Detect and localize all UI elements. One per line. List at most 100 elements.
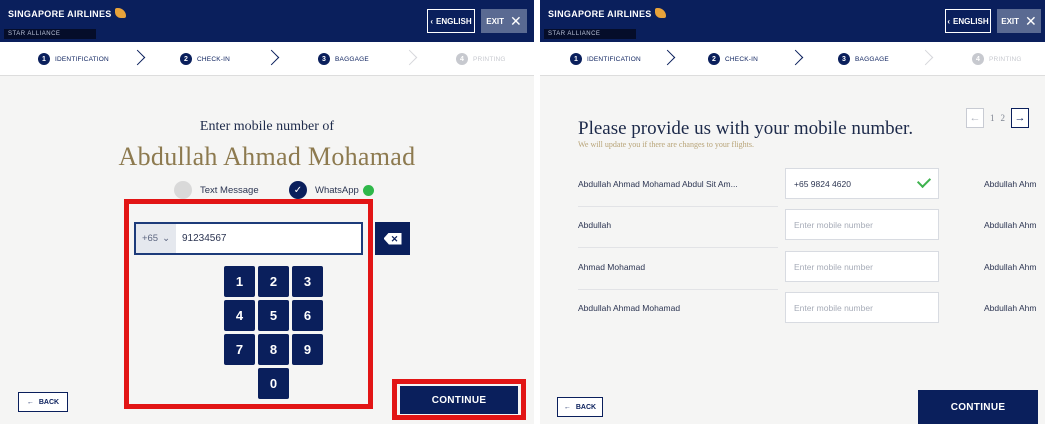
airline-name: SINGAPORE AIRLINES — [548, 9, 652, 19]
option-text-message[interactable]: Text Message — [174, 181, 259, 199]
mobile-number-field[interactable]: Enter mobile number — [785, 292, 939, 323]
step-printing: 4 PRINTING — [972, 53, 1022, 65]
step-baggage: 3 BAGGAGE — [318, 53, 369, 65]
close-icon: ✕ — [510, 12, 522, 29]
bird-logo-icon — [114, 8, 126, 18]
exit-label: EXIT — [486, 16, 505, 26]
passenger-name: Abdullah Ahmad Mohamad — [118, 142, 416, 171]
step-label: IDENTIFICATION — [55, 55, 109, 63]
passenger-row-name: Abdullah Ahmad Mohamad — [578, 303, 681, 313]
passenger-row-name: Ahmad Mohamad — [578, 262, 646, 272]
back-button[interactable]: ← BACK — [557, 397, 603, 417]
backspace-button[interactable]: ✕ — [375, 222, 410, 255]
progress-steps: 1 IDENTIFICATION 2 CHECK-IN 3 BAGGAGE 4 PRIN… — [0, 42, 534, 76]
mobile-number-field[interactable]: Enter mobile number — [785, 209, 939, 240]
mobile-number-field[interactable]: Enter mobile number — [785, 251, 939, 282]
whatsapp-icon — [362, 184, 374, 196]
alliance-badge: STAR ALLIANCE — [4, 29, 96, 39]
back-label: BACK — [38, 398, 60, 406]
chevron-right-icon — [662, 48, 676, 70]
mobile-number-placeholder: Enter mobile number — [794, 261, 873, 272]
language-button[interactable]: ‹ ENGLISH — [427, 9, 475, 33]
chevron-right-icon — [790, 48, 804, 70]
step-number: 1 — [38, 53, 50, 65]
mobile-number-field[interactable]: +65 9824 4620 — [785, 168, 939, 199]
step-number: 3 — [838, 53, 850, 65]
row-divider — [578, 247, 778, 248]
row-divider — [578, 289, 778, 290]
step-label: BAGGAGE — [855, 55, 889, 63]
arrow-left-icon: ← — [969, 112, 981, 124]
step-label: CHECK-IN — [197, 55, 231, 63]
chevron-left-icon: ‹ — [947, 16, 951, 26]
step-identification: 1 IDENTIFICATION — [570, 53, 641, 65]
progress-steps: 1 IDENTIFICATION 2 CHECK-IN 3 BAGGAGE 4 PRIN… — [540, 42, 1045, 76]
step-number: 2 — [708, 53, 720, 65]
arrow-right-icon: → — [1014, 112, 1026, 124]
highlight-frame-keypad — [124, 199, 373, 409]
chevron-right-icon — [404, 48, 418, 70]
close-icon: ✕ — [1025, 12, 1037, 29]
step-label: IDENTIFICATION — [587, 55, 641, 63]
chevron-right-icon — [266, 48, 280, 70]
header-bar: SINGAPORE AIRLINES STAR ALLIANCE ‹ ENGLIS… — [540, 0, 1045, 42]
step-label: CHECK-IN — [725, 55, 759, 63]
radio-unchecked-icon — [174, 181, 192, 199]
step-number: 4 — [456, 53, 468, 65]
kiosk-screen-mobile-list: SINGAPORE AIRLINES STAR ALLIANCE ‹ ENGLIS… — [540, 0, 1045, 424]
row-divider — [578, 206, 778, 207]
passenger-row-name-next: Abdullah Ahm — [984, 220, 1037, 230]
prompt-text: Enter mobile number of — [199, 119, 335, 134]
continue-button[interactable]: CONTINUE — [918, 390, 1038, 424]
step-number: 2 — [180, 53, 192, 65]
pagination: ← 1 2 → — [966, 108, 1029, 128]
airline-logo: SINGAPORE AIRLINES — [548, 8, 666, 19]
exit-button[interactable]: EXIT ✕ — [481, 9, 527, 33]
step-identification: 1 IDENTIFICATION — [38, 53, 109, 65]
mobile-number-placeholder: Enter mobile number — [794, 219, 873, 230]
arrow-left-icon: ← — [563, 403, 571, 411]
step-printing: 4 PRINTING — [456, 53, 506, 65]
option-whatsapp[interactable]: ✓ WhatsApp — [289, 181, 374, 199]
arrow-left-icon: ← — [26, 398, 34, 406]
step-baggage: 3 BAGGAGE — [838, 53, 889, 65]
step-check-in: 2 CHECK-IN — [180, 53, 230, 65]
bird-logo-icon — [654, 8, 666, 18]
option-label: WhatsApp — [315, 184, 359, 196]
next-page-button[interactable]: → — [1011, 108, 1029, 128]
back-label: BACK — [575, 403, 597, 411]
step-label: BAGGAGE — [335, 55, 369, 63]
chevron-left-icon: ‹ — [430, 16, 434, 26]
chevron-right-icon — [920, 48, 934, 70]
step-number: 1 — [570, 53, 582, 65]
option-label: Text Message — [200, 184, 259, 196]
exit-button[interactable]: EXIT ✕ — [997, 9, 1041, 33]
passenger-row-name: Abdullah Ahmad Mohamad Abdul Sit Am... — [578, 179, 738, 189]
step-check-in: 2 CHECK-IN — [708, 53, 758, 65]
header-bar: SINGAPORE AIRLINES STAR ALLIANCE ‹ ENGLIS… — [0, 0, 534, 42]
mobile-number-value: +65 9824 4620 — [794, 178, 851, 189]
language-button[interactable]: ‹ ENGLISH — [945, 9, 991, 33]
chevron-right-icon — [132, 48, 146, 70]
airline-logo: SINGAPORE AIRLINES — [8, 8, 126, 19]
step-label: PRINTING — [473, 55, 506, 63]
page-number-next: 2 — [1000, 113, 1006, 123]
backspace-icon: ✕ — [383, 232, 402, 245]
airline-name: SINGAPORE AIRLINES — [8, 9, 112, 19]
continue-button[interactable]: CONTINUE — [400, 386, 518, 414]
prev-page-button[interactable]: ← — [966, 108, 984, 128]
checkmark-icon: ✓ — [289, 181, 307, 199]
language-label: ENGLISH — [436, 16, 472, 26]
passenger-row-name-next: Abdullah Ahm — [984, 303, 1037, 313]
passenger-row-name-next: Abdullah Ahm — [984, 262, 1037, 272]
alliance-badge: STAR ALLIANCE — [544, 29, 636, 39]
step-number: 3 — [318, 53, 330, 65]
page-title: Please provide us with your mobile numbe… — [578, 118, 914, 139]
back-button[interactable]: ← BACK — [18, 392, 68, 412]
page-subtitle: We will update you if there are changes … — [578, 140, 754, 149]
language-label: ENGLISH — [953, 16, 989, 26]
passenger-row-name-next: Abdullah Ahm — [984, 179, 1037, 189]
mobile-number-placeholder: Enter mobile number — [794, 302, 873, 313]
page-number-current: 1 — [990, 113, 995, 123]
exit-label: EXIT — [1001, 16, 1020, 26]
